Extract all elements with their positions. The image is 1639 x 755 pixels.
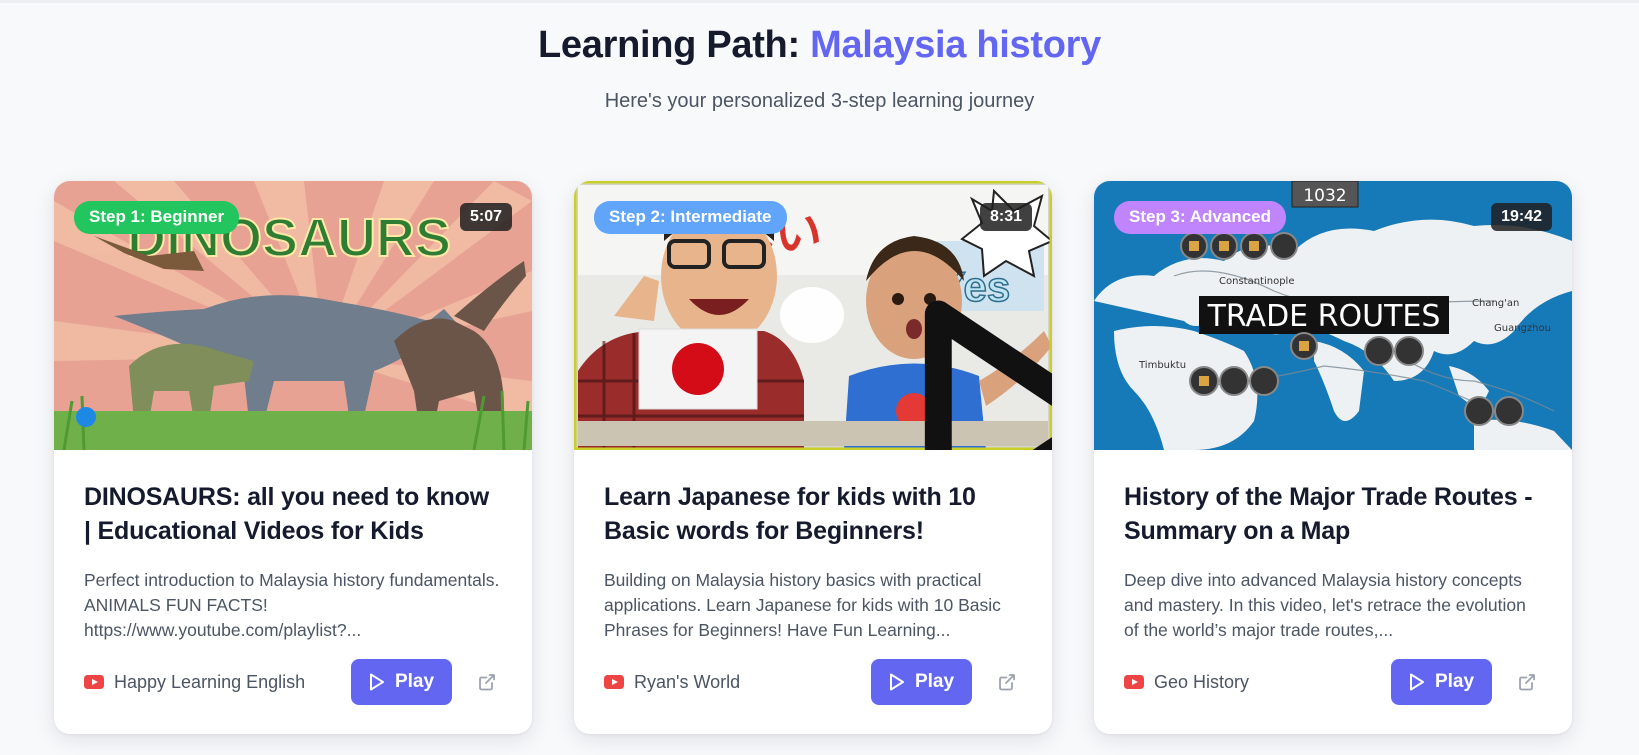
video-description: Building on Malaysia history basics with…: [604, 570, 1001, 640]
channel-info: Happy Learning English: [84, 672, 351, 693]
channel-info: Geo History: [1124, 672, 1391, 693]
play-icon: [369, 673, 384, 691]
youtube-icon: [1124, 675, 1144, 689]
step-badge: Step 1: Beginner: [74, 201, 240, 234]
video-description: Deep dive into advanced Malaysia history…: [1124, 570, 1526, 640]
external-link-button[interactable]: [1516, 671, 1538, 693]
play-button-label: Play: [1434, 671, 1475, 692]
play-button[interactable]: Play: [871, 659, 972, 705]
external-link-icon: [479, 674, 495, 691]
video-card-step-3[interactable]: 1032 TRADE ROUTES Timbuktu Constantinopl…: [1094, 181, 1572, 734]
video-card-step-1[interactable]: DINOSAURS Step 1: Beginner 5:07 DINOSAUR…: [54, 181, 532, 734]
duration-badge: 8:31: [979, 203, 1032, 231]
play-icon: [889, 673, 904, 691]
step-badge: Step 3: Advanced: [1114, 201, 1287, 234]
channel-info: Ryan's World: [604, 672, 871, 693]
video-card-step-2[interactable]: はい Yes: [574, 181, 1052, 734]
play-button[interactable]: Play: [1391, 659, 1492, 705]
play-button-label: Play: [394, 671, 435, 692]
title-prefix: Learning Path:: [538, 24, 800, 66]
duration-badge: 19:42: [1491, 203, 1552, 231]
play-icon: [924, 300, 1052, 450]
thumb-year-label: 1032: [1303, 186, 1346, 206]
page-title: Learning Path: Malaysia history: [0, 3, 1639, 67]
play-button-label: Play: [914, 671, 955, 692]
external-link-icon: [1519, 674, 1535, 691]
youtube-icon: [84, 675, 104, 689]
map-label-timbuktu: Timbuktu: [1138, 360, 1186, 371]
channel-name: Happy Learning English: [114, 671, 306, 692]
map-label-constantinople: Constantinople: [1219, 276, 1294, 287]
video-description: Perfect introduction to Malaysia history…: [84, 570, 500, 640]
channel-name: Geo History: [1154, 671, 1250, 692]
map-label-guangzhou: Guangzhou: [1494, 323, 1551, 334]
duration-badge: 5:07: [459, 203, 512, 231]
video-thumbnail[interactable]: DINOSAURS Step 1: Beginner 5:07: [54, 181, 532, 450]
map-label-changan: Chang'an: [1472, 298, 1519, 309]
video-thumbnail[interactable]: はい Yes: [574, 181, 1052, 450]
step-badge: Step 2: Intermediate: [594, 201, 787, 234]
channel-name: Ryan's World: [634, 671, 741, 692]
external-link-icon: [999, 674, 1015, 691]
learning-path-cards: DINOSAURS Step 1: Beginner 5:07 DINOSAUR…: [54, 181, 1572, 734]
external-link-button[interactable]: [996, 671, 1018, 693]
video-thumbnail[interactable]: 1032 TRADE ROUTES Timbuktu Constantinopl…: [1094, 181, 1572, 450]
play-icon: [1409, 673, 1424, 691]
play-button[interactable]: Play: [351, 659, 452, 705]
title-topic: Malaysia history: [810, 24, 1101, 66]
video-title[interactable]: History of the Major Trade Routes - Summ…: [1124, 480, 1542, 548]
play-overlay-button[interactable]: [780, 287, 1052, 450]
video-title[interactable]: DINOSAURS: all you need to know | Educat…: [84, 480, 502, 548]
page-header: Learning Path: Malaysia history Here's y…: [0, 3, 1639, 113]
youtube-icon: [604, 675, 624, 689]
external-link-button[interactable]: [476, 671, 498, 693]
video-title[interactable]: Learn Japanese for kids with 10 Basic wo…: [604, 480, 1022, 548]
page-subtitle: Here's your personalized 3-step learning…: [604, 90, 1035, 112]
thumb-title-text: TRADE ROUTES: [1207, 299, 1441, 334]
